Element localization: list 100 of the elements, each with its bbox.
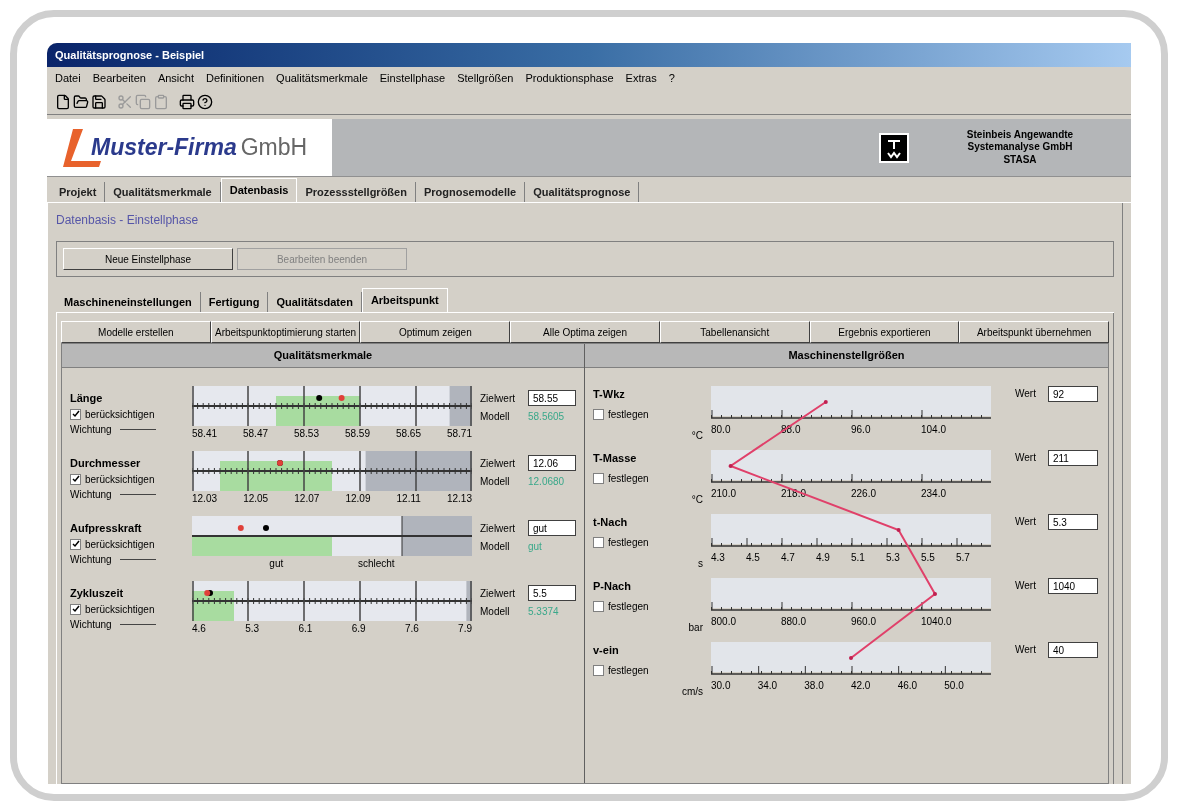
action-button[interactable]: Ergebnis exportieren [809, 321, 960, 343]
tab[interactable]: Qualitätsmerkmale [105, 182, 221, 202]
tick-label: 30.0 [711, 679, 732, 692]
checkbox[interactable] [593, 408, 604, 420]
action-button[interactable]: Tabellenansicht [659, 321, 810, 343]
tick-label: 7.6 [404, 622, 419, 636]
parameter-name: P-Nach [593, 579, 632, 594]
value-field[interactable]: 40 [1047, 642, 1098, 658]
target-label: Zielwert [480, 456, 516, 471]
feature-name: Aufpresskraft [70, 521, 143, 536]
menu-item[interactable]: Definitionen [206, 69, 265, 87]
tick-label: 58.47 [243, 427, 268, 441]
menu-item[interactable]: Stellgrößen [457, 69, 514, 87]
tick-label: 58.59 [344, 427, 370, 441]
unit-label: °C [691, 428, 703, 443]
value-label: Wert [1015, 451, 1036, 465]
target-field[interactable]: gut [528, 520, 576, 536]
weight-label: Wichtung [70, 487, 112, 502]
tick-label: schlecht [357, 557, 395, 571]
tick-label: 4.6 [192, 622, 206, 636]
checkbox[interactable] [593, 536, 604, 548]
tick-label: 12.13 [446, 492, 472, 506]
tick-label: 80.0 [711, 423, 732, 436]
checkbox[interactable] [593, 664, 604, 676]
tick-label: 104.0 [921, 423, 948, 436]
tick-label: 12.11 [396, 492, 421, 506]
subtab[interactable]: Maschineneinstellungen [56, 292, 201, 312]
logo-suffix: GmbH [240, 133, 308, 163]
checkbox-label: festlegen [608, 599, 649, 614]
save-icon[interactable] [91, 93, 107, 110]
menu-item[interactable]: ? [668, 69, 675, 87]
tick-label: 50.0 [944, 679, 965, 692]
open-folder-icon[interactable] [73, 93, 89, 110]
unit-label: °C [691, 492, 703, 507]
tick-label: 234.0 [921, 487, 948, 500]
tick-label: 800.0 [711, 615, 738, 628]
action-button[interactable]: Arbeitspunkt übernehmen [959, 321, 1110, 343]
checkbox[interactable] [70, 473, 81, 485]
vendor-name: STASA [1003, 153, 1037, 167]
tick-label: 12.07 [294, 492, 320, 506]
print-icon[interactable] [179, 93, 195, 110]
checkbox[interactable] [70, 603, 81, 615]
tab[interactable]: Datenbasis [220, 178, 298, 202]
panel-header: Qualitätsmerkmale [62, 344, 584, 368]
menu-item[interactable]: Ansicht [157, 69, 194, 87]
vendor-name: Systemanalyse GmbH [967, 141, 1073, 154]
checkbox-label: festlegen [608, 407, 649, 422]
checkbox[interactable] [593, 600, 604, 612]
tab[interactable]: Prognosemodelle [415, 182, 526, 202]
tab[interactable]: Prozessstellgrößen [297, 182, 416, 202]
menu-item[interactable]: Datei [55, 69, 81, 87]
tick-label: 58.65 [395, 427, 421, 441]
action-button[interactable]: Arbeitspunktoptimierung starten [210, 321, 361, 343]
subtab[interactable]: Arbeitspunkt [361, 288, 448, 312]
tick-label: 12.09 [345, 492, 371, 506]
panel-header: Maschinenstellgrößen [585, 344, 1108, 368]
menu-item[interactable]: Produktionsphase [525, 69, 614, 87]
tick-label: 5.7 [956, 551, 971, 564]
tab[interactable]: Qualitätsprognose [525, 182, 640, 202]
tick-label: 5.3 [245, 622, 260, 636]
value-field[interactable]: 5.3 [1047, 514, 1098, 530]
tick-label: 5.1 [851, 551, 866, 564]
vendor-logo-icon [879, 132, 909, 163]
parameter-name: t-Nach [593, 515, 629, 530]
window-title: Qualitätsprognose - Beispiel [55, 47, 205, 63]
checkbox-label: berücksichtigen [85, 602, 155, 617]
checkbox-label: berücksichtigen [85, 537, 155, 552]
weight-label: Wichtung [70, 422, 112, 437]
action-button[interactable]: Modelle erstellen [61, 321, 211, 343]
menu-item[interactable]: Extras [625, 69, 657, 87]
target-field[interactable]: 5.5 [528, 585, 576, 601]
checkbox[interactable] [593, 472, 604, 484]
phase-button[interactable]: Neue Einstellphase [63, 248, 233, 270]
feature-name: Zykluszeit [70, 586, 125, 601]
value-field[interactable]: 92 [1047, 386, 1098, 402]
help-icon[interactable] [197, 93, 213, 110]
subtab[interactable]: Fertigung [200, 292, 269, 312]
tick-label: 12.03 [192, 492, 218, 506]
checkbox[interactable] [70, 538, 81, 550]
new-file-icon[interactable] [55, 93, 71, 110]
subtab[interactable]: Qualitätsdaten [268, 292, 362, 312]
checkbox[interactable] [70, 408, 81, 420]
action-button[interactable]: Optimum zeigen [360, 321, 511, 343]
target-field[interactable]: 58.55 [528, 390, 576, 406]
tick-label: 7.9 [458, 622, 472, 636]
action-button[interactable]: Alle Optima zeigen [510, 321, 660, 343]
section-title: Datenbasis - Einstellphase [56, 212, 200, 229]
tick-label: 4.5 [746, 551, 761, 564]
tab[interactable]: Projekt [51, 182, 106, 202]
tick-label: 1040.0 [921, 615, 953, 628]
unit-label: cm/s [681, 684, 703, 699]
value-field[interactable]: 1040 [1047, 578, 1098, 594]
checkbox-label: berücksichtigen [85, 407, 155, 422]
model-value: 58.5605 [528, 410, 565, 424]
menu-item[interactable]: Einstellphase [379, 69, 446, 87]
menu-item[interactable]: Qualitätsmerkmale [276, 69, 368, 87]
target-field[interactable]: 12.06 [528, 455, 576, 471]
tick-label: 34.0 [757, 679, 779, 692]
menu-item[interactable]: Bearbeiten [92, 69, 146, 87]
value-field[interactable]: 211 [1047, 450, 1098, 466]
